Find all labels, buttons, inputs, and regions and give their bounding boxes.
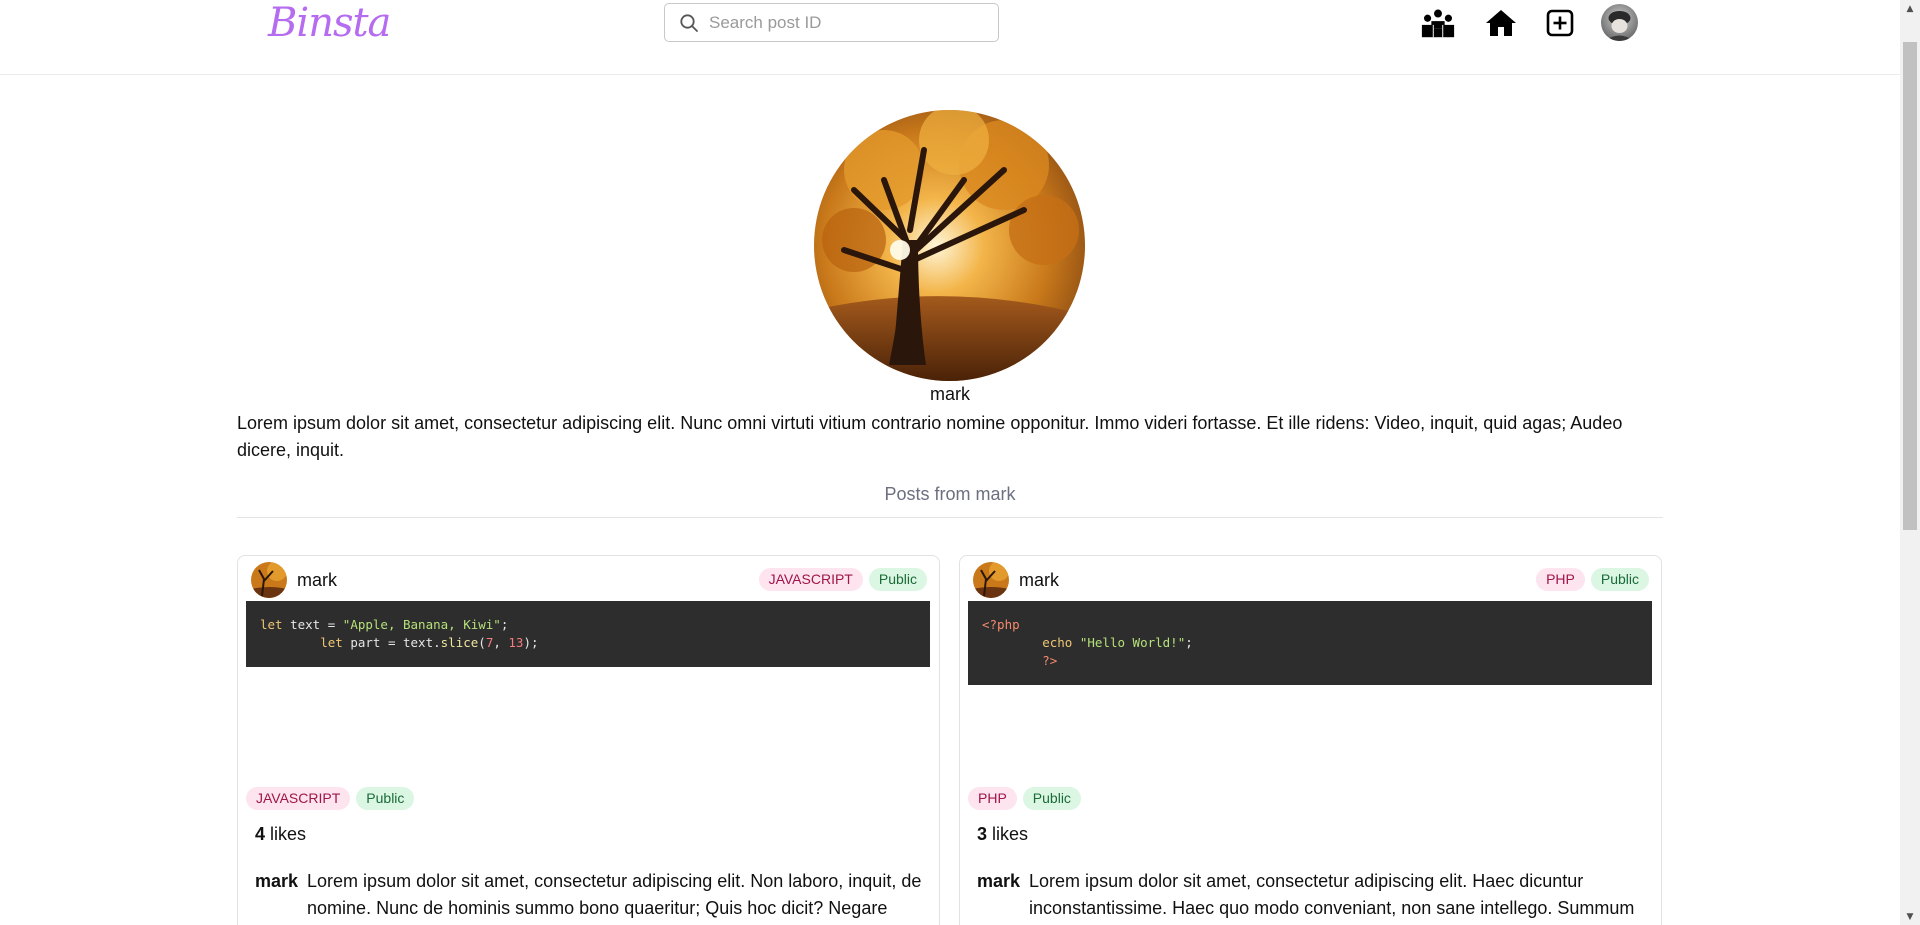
post-card[interactable]: mark JAVASCRIPT Public let text = "Apple… — [237, 555, 940, 925]
language-tag[interactable]: JAVASCRIPT — [758, 568, 863, 591]
profile-username: mark — [930, 384, 970, 404]
profile-picture — [814, 110, 1085, 381]
post-tags-top: PHP Public — [1536, 568, 1649, 591]
likes-label: likes — [992, 824, 1029, 844]
posts-heading: Posts from mark — [884, 484, 1016, 504]
scroll-down-arrow[interactable]: ▼ — [1900, 908, 1920, 925]
code-line: <?php — [982, 617, 1020, 632]
user-avatar[interactable] — [1601, 4, 1638, 41]
post-card[interactable]: mark PHP Public <?php echo "Hello World!… — [959, 555, 1662, 925]
language-tag[interactable]: PHP — [1536, 568, 1585, 591]
add-post-icon[interactable] — [1542, 6, 1578, 40]
post-caption: mark Lorem ipsum dolor sit amet, consect… — [977, 868, 1647, 922]
code-block: <?php echo "Hello World!"; ?> — [968, 601, 1652, 685]
visibility-tag[interactable]: Public — [868, 568, 927, 591]
profile-bio: Lorem ipsum dolor sit amet, consectetur … — [237, 413, 1623, 460]
caption-username[interactable]: mark — [977, 868, 1020, 922]
caption-text: Lorem ipsum dolor sit amet, consectetur … — [1029, 871, 1635, 918]
likes-number: 3 — [977, 824, 988, 844]
visibility-tag[interactable]: Public — [1022, 787, 1081, 810]
visibility-tag[interactable]: Public — [1590, 568, 1649, 591]
caption-text: Lorem ipsum dolor sit amet, consectetur … — [307, 871, 922, 918]
post-header: mark — [251, 562, 337, 598]
scrollbar-thumb[interactable] — [1903, 42, 1917, 530]
post-author-name[interactable]: mark — [1019, 570, 1059, 591]
code-line: let part = text.slice(7, 13); — [320, 635, 539, 650]
code-line: let text = "Apple, Banana, Kiwi"; — [260, 617, 509, 632]
likes-count[interactable]: 4 likes — [255, 824, 306, 845]
post-author-name[interactable]: mark — [297, 570, 337, 591]
language-tag[interactable]: JAVASCRIPT — [246, 787, 351, 810]
code-line: echo "Hello World!"; — [1042, 635, 1193, 650]
scroll-up-arrow[interactable]: ▲ — [1900, 0, 1920, 17]
post-tags-bottom: JAVASCRIPT Public — [246, 787, 415, 810]
post-author-avatar[interactable] — [973, 562, 1009, 598]
post-author-avatar[interactable] — [251, 562, 287, 598]
search-box[interactable] — [664, 3, 999, 42]
caption-username[interactable]: mark — [255, 868, 298, 922]
post-header: mark — [973, 562, 1059, 598]
scrollbar[interactable]: ▲ ▼ — [1900, 0, 1920, 925]
post-tags-bottom: PHP Public — [968, 787, 1081, 810]
section-divider — [237, 517, 1663, 518]
code-line: ?> — [982, 653, 1058, 668]
code-block: let text = "Apple, Banana, Kiwi"; let pa… — [246, 601, 930, 667]
post-tags-top: JAVASCRIPT Public — [758, 568, 927, 591]
users-icon[interactable] — [1420, 6, 1456, 40]
search-icon — [680, 13, 698, 32]
visibility-tag[interactable]: Public — [356, 787, 415, 810]
top-navbar: Binsta — [0, 0, 1900, 75]
likes-number: 4 — [255, 824, 266, 844]
language-tag[interactable]: PHP — [968, 787, 1017, 810]
likes-count[interactable]: 3 likes — [977, 824, 1028, 845]
home-icon[interactable] — [1483, 6, 1519, 40]
app-logo[interactable]: Binsta — [268, 0, 391, 46]
post-caption: mark Lorem ipsum dolor sit amet, consect… — [255, 868, 925, 922]
likes-label: likes — [270, 824, 307, 844]
search-input[interactable] — [709, 12, 979, 33]
